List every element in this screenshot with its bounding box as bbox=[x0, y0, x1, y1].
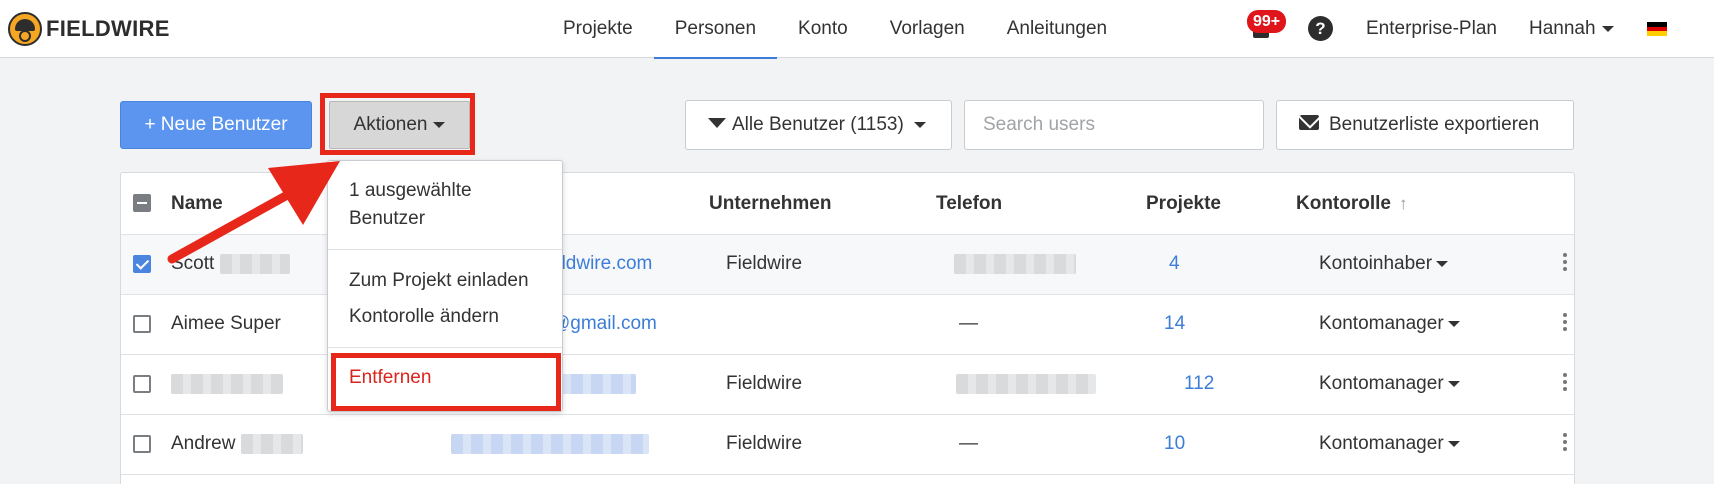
export-user-list-button[interactable]: Benutzerliste exportieren bbox=[1276, 100, 1574, 150]
menu-item-remove[interactable]: Entfernen bbox=[349, 367, 431, 389]
chevron-down-icon bbox=[433, 121, 446, 128]
chevron-down-icon bbox=[1601, 25, 1614, 32]
user-role-dropdown[interactable]: Kontomanager bbox=[1319, 373, 1460, 395]
redacted-text bbox=[551, 373, 636, 394]
nav-projekte[interactable]: Projekte bbox=[542, 0, 654, 58]
column-header-phone[interactable]: Telefon bbox=[936, 193, 1002, 215]
nav-personen[interactable]: Personen bbox=[653, 0, 778, 59]
user-email-link[interactable]: eldwire.com bbox=[551, 253, 652, 275]
row-more-options-icon[interactable] bbox=[1563, 433, 1567, 453]
filter-label: Alle Benutzer (1153) bbox=[732, 114, 904, 135]
export-label: Benutzerliste exportieren bbox=[1329, 114, 1540, 135]
user-menu[interactable]: Hannah bbox=[1529, 18, 1614, 40]
help-icon[interactable]: ? bbox=[1308, 16, 1333, 41]
column-header-role[interactable]: Kontorolle ↑ bbox=[1296, 193, 1408, 215]
menu-divider bbox=[328, 249, 562, 250]
user-phone-cell: — bbox=[959, 433, 978, 454]
row-checkbox[interactable] bbox=[133, 255, 151, 273]
brand-name: FIELDWIRE bbox=[46, 16, 170, 41]
row-more-options-icon[interactable] bbox=[1563, 313, 1567, 333]
envelope-icon bbox=[1299, 115, 1319, 131]
user-phone-cell bbox=[954, 253, 1076, 275]
redacted-text bbox=[954, 253, 1076, 274]
redacted-text bbox=[171, 373, 283, 394]
user-name-cell: Aimee Super bbox=[171, 313, 281, 334]
row-checkbox[interactable] bbox=[133, 435, 151, 453]
user-name: Hannah bbox=[1529, 18, 1596, 39]
user-name-cell bbox=[171, 373, 283, 395]
user-phone-cell: — bbox=[959, 313, 978, 334]
chevron-down-icon bbox=[913, 121, 926, 128]
row-more-options-icon[interactable] bbox=[1563, 253, 1567, 273]
actions-dropdown-menu: 1 ausgewählte Benutzer Zum Projekt einla… bbox=[327, 160, 563, 412]
table-row[interactable]: Andrew Fieldwire — 10 Kontomanager bbox=[121, 415, 1574, 475]
row-more-options-icon[interactable] bbox=[1563, 373, 1567, 393]
redacted-text bbox=[451, 433, 649, 454]
redacted-text bbox=[219, 253, 290, 274]
actions-dropdown-button[interactable]: Aktionen bbox=[329, 101, 470, 149]
menu-divider bbox=[328, 347, 562, 348]
sort-ascending-icon[interactable]: ↑ bbox=[1399, 194, 1408, 214]
menu-item-invite-to-project[interactable]: Zum Projekt einladen bbox=[349, 270, 529, 292]
user-projects-link[interactable]: 112 bbox=[1184, 373, 1214, 395]
fieldwire-logo-icon bbox=[8, 12, 42, 46]
redacted-text bbox=[240, 433, 303, 454]
nav-anleitungen[interactable]: Anleitungen bbox=[986, 0, 1128, 58]
plan-link[interactable]: Enterprise-Plan bbox=[1366, 18, 1497, 40]
chevron-down-icon bbox=[1436, 260, 1449, 267]
row-checkbox[interactable] bbox=[133, 375, 151, 393]
user-projects-link[interactable]: 4 bbox=[1169, 253, 1180, 275]
user-role-dropdown[interactable]: Kontoinhaber bbox=[1319, 253, 1449, 275]
column-header-name[interactable]: Name bbox=[171, 193, 223, 215]
user-company-cell: Fieldwire bbox=[726, 433, 803, 454]
chevron-down-icon bbox=[1447, 440, 1460, 447]
user-email-link[interactable] bbox=[451, 433, 649, 455]
new-user-button[interactable]: + Neue Benutzer bbox=[120, 101, 312, 149]
user-filter-dropdown[interactable]: Alle Benutzer (1153) bbox=[685, 100, 952, 150]
selected-count-label: 1 ausgewählte Benutzer bbox=[349, 180, 472, 229]
filter-icon bbox=[708, 117, 726, 128]
user-name-cell: Scott bbox=[171, 253, 290, 275]
role-header-label: Kontorolle bbox=[1296, 193, 1391, 214]
menu-item-change-role[interactable]: Kontorolle ändern bbox=[349, 306, 499, 328]
nav-konto[interactable]: Konto bbox=[777, 0, 869, 58]
chevron-down-icon bbox=[1447, 320, 1460, 327]
germany-flag-icon[interactable] bbox=[1647, 22, 1667, 36]
main-nav: Projekte Personen Konto Vorlagen Anleitu… bbox=[542, 0, 1128, 59]
actions-label: Aktionen bbox=[353, 114, 428, 135]
user-role-dropdown[interactable]: Kontomanager bbox=[1319, 313, 1460, 335]
column-header-projects[interactable]: Projekte bbox=[1146, 193, 1221, 215]
user-projects-link[interactable]: 10 bbox=[1164, 433, 1185, 455]
notifications-badge: 99+ bbox=[1247, 10, 1287, 33]
user-email-link[interactable]: @gmail.com bbox=[551, 313, 657, 335]
search-users-input[interactable] bbox=[964, 100, 1264, 150]
user-company-cell: Fieldwire bbox=[726, 253, 803, 274]
fieldwire-logo[interactable]: FIELDWIRE bbox=[8, 12, 170, 46]
top-navigation-bar: FIELDWIRE Projekte Personen Konto Vorlag… bbox=[0, 0, 1714, 59]
row-checkbox[interactable] bbox=[133, 315, 151, 333]
user-company-cell: Fieldwire bbox=[726, 373, 803, 394]
chevron-down-icon bbox=[1447, 380, 1460, 387]
user-projects-link[interactable]: 14 bbox=[1164, 313, 1185, 335]
column-header-company[interactable]: Unternehmen bbox=[709, 193, 831, 215]
user-name-cell: Andrew bbox=[171, 433, 303, 455]
user-role-dropdown[interactable]: Kontomanager bbox=[1319, 433, 1460, 455]
redacted-text bbox=[956, 373, 1096, 394]
user-email-link[interactable] bbox=[551, 373, 636, 395]
select-all-checkbox[interactable] bbox=[133, 194, 151, 212]
nav-vorlagen[interactable]: Vorlagen bbox=[869, 0, 986, 58]
user-phone-cell bbox=[956, 373, 1096, 395]
